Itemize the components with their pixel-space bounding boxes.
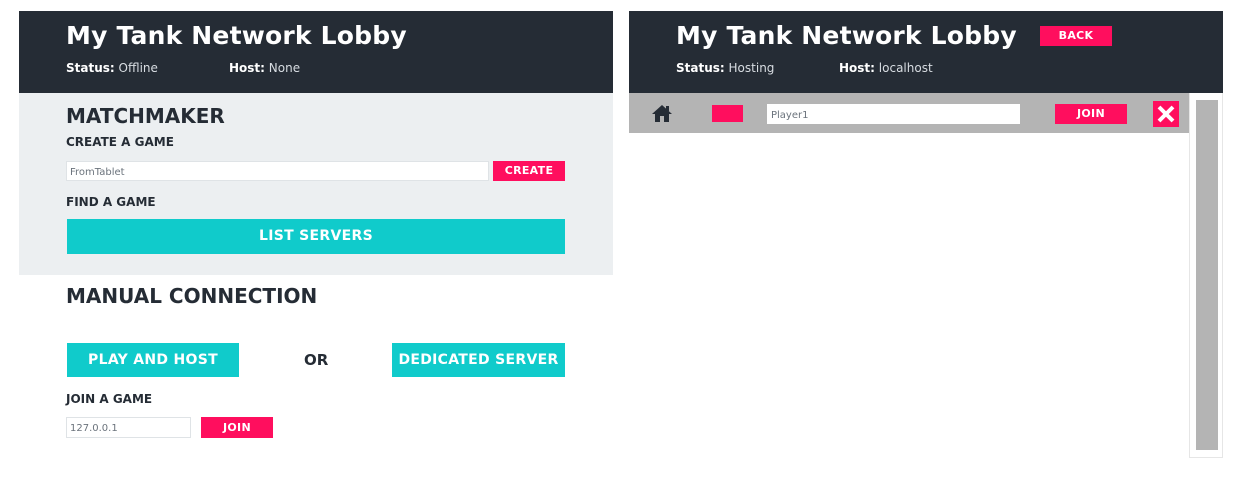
status-indicator: Status: Hosting (676, 61, 774, 75)
host-value: None (268, 61, 301, 75)
matchmaker-heading: MATCHMAKER (66, 104, 225, 128)
host-indicator: Host: None (229, 61, 300, 75)
status-value: Offline (118, 61, 158, 75)
scrollbar-thumb[interactable] (1196, 100, 1218, 450)
lobby-panel-offline: My Tank Network Lobby Status: Offline Ho… (19, 11, 613, 481)
status-label: Status: (676, 61, 725, 75)
lobby-player-row: Player1 JOIN (629, 93, 1189, 133)
play-and-host-button[interactable]: PLAY AND HOST (67, 343, 239, 377)
list-servers-button[interactable]: LIST SERVERS (67, 219, 565, 254)
find-game-heading: FIND A GAME (66, 195, 156, 209)
back-button[interactable]: BACK (1040, 26, 1112, 46)
status-label: Status: (66, 61, 115, 75)
status-value: Hosting (728, 61, 775, 75)
or-separator: OR (304, 351, 329, 369)
player-join-button[interactable]: JOIN (1055, 104, 1127, 124)
host-value: localhost (878, 61, 933, 75)
lobby-header: My Tank Network Lobby BACK Status: Hosti… (629, 11, 1223, 93)
host-label: Host: (229, 61, 265, 75)
manual-connection-heading: MANUAL CONNECTION (66, 284, 318, 308)
join-game-heading: JOIN A GAME (66, 392, 153, 406)
status-indicator: Status: Offline (66, 61, 158, 75)
join-button[interactable]: JOIN (201, 417, 273, 438)
lobby-title: My Tank Network Lobby (66, 21, 407, 50)
dedicated-server-button[interactable]: DEDICATED SERVER (392, 343, 565, 377)
create-game-heading: CREATE A GAME (66, 135, 174, 149)
game-name-input[interactable]: FromTablet (66, 161, 489, 181)
lobby-title: My Tank Network Lobby (676, 21, 1017, 50)
close-icon[interactable] (1153, 101, 1179, 127)
matchmaker-section: MATCHMAKER CREATE A GAME FromTablet CREA… (19, 93, 613, 275)
create-button[interactable]: CREATE (493, 161, 565, 181)
host-indicator: Host: localhost (839, 61, 933, 75)
host-label: Host: (839, 61, 875, 75)
player-name-input[interactable]: Player1 (767, 104, 1020, 124)
player-color-button[interactable] (712, 105, 743, 122)
ip-address-input[interactable]: 127.0.0.1 (66, 417, 191, 438)
home-icon (651, 103, 673, 123)
lobby-panel-hosting: My Tank Network Lobby BACK Status: Hosti… (629, 11, 1223, 458)
lobby-header: My Tank Network Lobby Status: Offline Ho… (19, 11, 613, 93)
player-list-scrollbar[interactable] (1189, 93, 1223, 458)
